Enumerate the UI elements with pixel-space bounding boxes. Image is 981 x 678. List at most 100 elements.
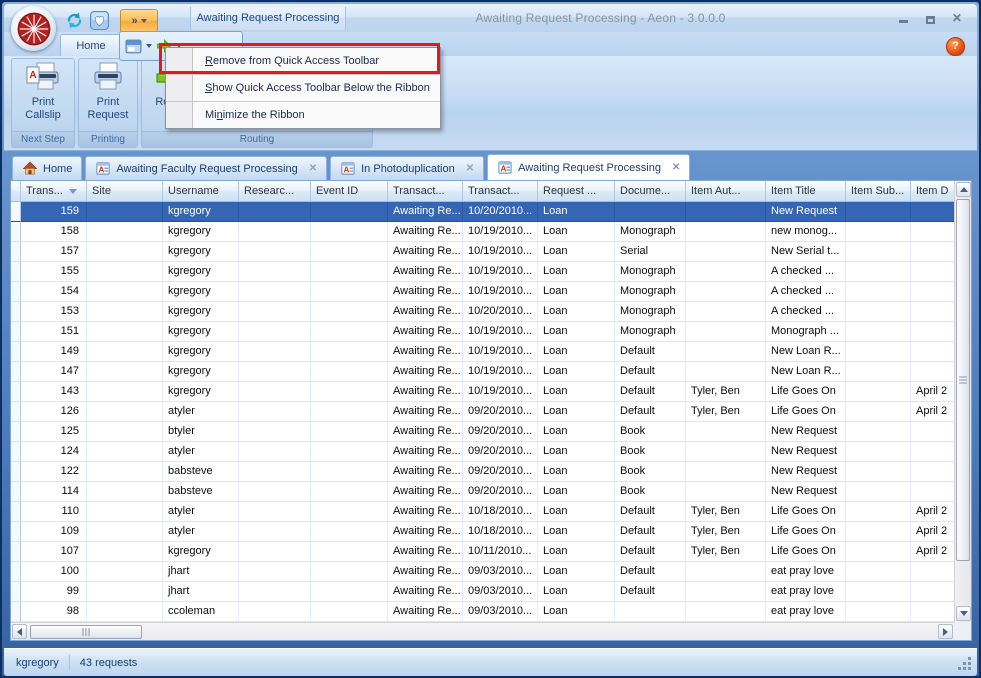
close-button[interactable]: ✕ — [949, 11, 965, 25]
cell: kgregory — [163, 282, 239, 302]
column-header-request[interactable]: Request ... — [538, 181, 615, 202]
queue-tab-home[interactable]: Home — [12, 156, 82, 180]
cell: Awaiting Re... — [388, 582, 463, 602]
cell: Awaiting Re... — [388, 522, 463, 542]
column-header-trans[interactable]: Trans... — [21, 181, 87, 202]
column-header-docume[interactable]: Docume... — [615, 181, 686, 202]
cell: Awaiting Re... — [388, 562, 463, 582]
cell — [911, 562, 954, 582]
ribbon-group-next-step: A PrintCallslip Next Step — [11, 58, 75, 148]
scroll-up-button[interactable] — [956, 182, 971, 197]
resize-grip[interactable] — [957, 656, 972, 671]
cell: Awaiting Re... — [388, 442, 463, 462]
sync-button[interactable] — [63, 10, 85, 31]
minimize-button[interactable] — [895, 11, 911, 25]
table-row[interactable]: 157kgregoryAwaiting Re...10/19/2010...Lo… — [11, 242, 954, 262]
column-header-username[interactable]: Username — [163, 181, 239, 202]
horizontal-scroll-thumb[interactable] — [30, 625, 142, 639]
cell: 09/03/2010... — [463, 562, 538, 582]
cell: Loan — [538, 602, 615, 622]
table-row[interactable]: 158kgregoryAwaiting Re...10/19/2010...Lo… — [11, 222, 954, 242]
print-callslip-button[interactable]: A PrintCallslip — [12, 62, 74, 122]
tab-close-icon[interactable]: ✕ — [672, 162, 680, 173]
cell: Monograph — [615, 302, 686, 322]
cell: 114 — [21, 482, 87, 502]
column-header-item-title[interactable]: Item Title — [766, 181, 846, 202]
table-row[interactable]: 110atylerAwaiting Re...10/18/2010...Loan… — [11, 502, 954, 522]
table-row[interactable]: 143kgregoryAwaiting Re...10/19/2010...Lo… — [11, 382, 954, 402]
row-indicator — [11, 422, 21, 442]
column-header-researc[interactable]: Researc... — [239, 181, 311, 202]
cell: 10/20/2010... — [463, 202, 538, 222]
table-row[interactable]: 159kgregoryAwaiting Re...10/20/2010...Lo… — [11, 202, 954, 222]
vertical-scroll-thumb[interactable] — [956, 199, 970, 561]
row-indicator — [11, 302, 21, 322]
chevron-down-icon[interactable] — [146, 44, 152, 48]
ribbon-tab-home[interactable]: Home — [60, 34, 122, 57]
column-header-item-aut[interactable]: Item Aut... — [686, 181, 766, 202]
table-row[interactable]: 124atylerAwaiting Re...09/20/2010...Loan… — [11, 442, 954, 462]
table-row[interactable]: 125btylerAwaiting Re...09/20/2010...Loan… — [11, 422, 954, 442]
group-label-routing: Routing — [142, 131, 372, 147]
queue-tab-in-photoduplication[interactable]: AIn Photoduplication✕ — [330, 156, 484, 180]
table-row[interactable]: 109atylerAwaiting Re...10/18/2010...Loan… — [11, 522, 954, 542]
column-header-site[interactable]: Site — [87, 181, 163, 202]
table-row[interactable]: 122babsteveAwaiting Re...09/20/2010...Lo… — [11, 462, 954, 482]
table-row[interactable]: 147kgregoryAwaiting Re...10/19/2010...Lo… — [11, 362, 954, 382]
vertical-scrollbar[interactable] — [954, 181, 971, 622]
cell: Awaiting Re... — [388, 262, 463, 282]
table-row[interactable]: 126atylerAwaiting Re...09/20/2010...Loan… — [11, 402, 954, 422]
print-request-button[interactable]: PrintRequest — [79, 62, 137, 122]
table-row[interactable]: 99jhartAwaiting Re...09/03/2010...LoanDe… — [11, 582, 954, 602]
scroll-right-button[interactable] — [938, 624, 953, 639]
cell — [686, 202, 766, 222]
table-row[interactable]: 153kgregoryAwaiting Re...10/20/2010...Lo… — [11, 302, 954, 322]
cell: New Serial t... — [766, 242, 846, 262]
table-row[interactable]: 100jhartAwaiting Re...09/03/2010...LoanD… — [11, 562, 954, 582]
cell: Loan — [538, 202, 615, 222]
tab-close-icon[interactable]: ✕ — [309, 163, 317, 174]
horizontal-scrollbar[interactable] — [11, 622, 954, 640]
column-header-transact[interactable]: Transact... — [463, 181, 538, 202]
cell — [686, 242, 766, 262]
cell — [87, 342, 163, 362]
menu-item-show-quick-access-toolbar-below-the-ribbon[interactable]: Show Quick Access Toolbar Below the Ribb… — [166, 74, 440, 101]
window-icon[interactable] — [125, 38, 142, 55]
cell — [311, 502, 388, 522]
table-row[interactable]: 154kgregoryAwaiting Re...10/19/2010...Lo… — [11, 282, 954, 302]
overflow-chevron-icon: » — [131, 15, 137, 27]
maximize-button[interactable] — [922, 11, 938, 25]
table-row[interactable]: 151kgregoryAwaiting Re...10/19/2010...Lo… — [11, 322, 954, 342]
qat-overflow-button[interactable]: » — [120, 9, 158, 33]
table-row[interactable]: 149kgregoryAwaiting Re...10/19/2010...Lo… — [11, 342, 954, 362]
row-indicator — [11, 402, 21, 422]
column-header-event-id[interactable]: Event ID — [311, 181, 388, 202]
table-row[interactable]: 155kgregoryAwaiting Re...10/19/2010...Lo… — [11, 262, 954, 282]
cell: Loan — [538, 482, 615, 502]
scroll-down-button[interactable] — [956, 606, 971, 621]
table-row[interactable]: 114babsteveAwaiting Re...09/20/2010...Lo… — [11, 482, 954, 502]
column-header-item-d[interactable]: Item D — [911, 181, 954, 202]
menu-item-minimize-the-ribbon[interactable]: Minimize the Ribbon — [166, 101, 440, 128]
cell: Loan — [538, 342, 615, 362]
queue-tab-awaiting-request-processing[interactable]: AAwaiting Request Processing✕ — [487, 154, 690, 180]
cell: Loan — [538, 442, 615, 462]
column-header-transact[interactable]: Transact... — [388, 181, 463, 202]
cell — [87, 422, 163, 442]
cell — [239, 342, 311, 362]
cell — [239, 402, 311, 422]
cell: kgregory — [163, 262, 239, 282]
favorites-button[interactable] — [88, 10, 110, 31]
menu-item-remove-from-quick-access-toolbar[interactable]: Remove from Quick Access Toolbar — [166, 48, 440, 74]
cell — [846, 342, 911, 362]
queue-tab-awaiting-faculty-request-processing[interactable]: AAwaiting Faculty Request Processing✕ — [85, 156, 327, 180]
application-menu-button[interactable] — [11, 6, 56, 51]
cell — [239, 562, 311, 582]
help-button[interactable]: ? — [946, 37, 965, 56]
tab-close-icon[interactable]: ✕ — [466, 163, 474, 174]
scroll-left-button[interactable] — [12, 624, 27, 639]
table-row[interactable]: 107kgregoryAwaiting Re...10/11/2010...Lo… — [11, 542, 954, 562]
column-header-item-sub[interactable]: Item Sub... — [846, 181, 911, 202]
table-row[interactable]: 98ccolemanAwaiting Re...09/03/2010...Loa… — [11, 602, 954, 622]
heart-icon — [90, 11, 109, 30]
